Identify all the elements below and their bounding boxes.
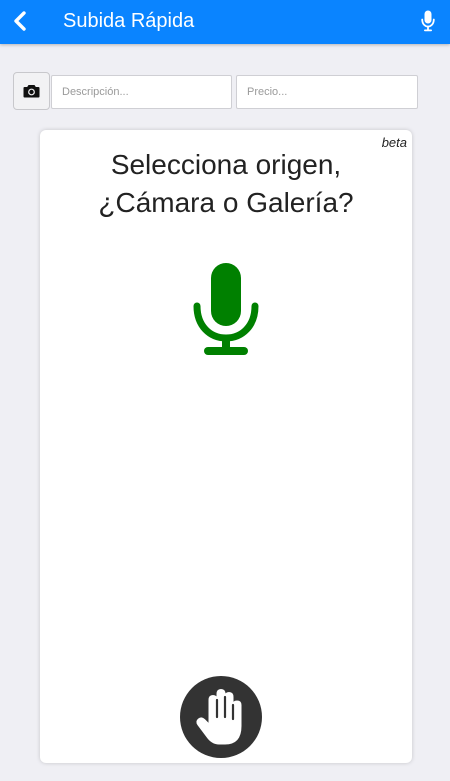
microphone-icon[interactable]	[192, 261, 260, 357]
price-input[interactable]	[236, 75, 418, 109]
back-button[interactable]	[8, 8, 32, 34]
top-navbar: Subida Rápida	[0, 0, 450, 44]
camera-button[interactable]	[13, 72, 50, 110]
voice-input-button[interactable]	[418, 8, 438, 34]
prompt-line-1: Selecciona origen,	[110, 149, 342, 180]
page-title: Subida Rápida	[63, 10, 195, 32]
description-input[interactable]	[51, 75, 232, 109]
stop-button[interactable]	[180, 676, 262, 758]
prompt-line-2: ¿Cámara o Galería?	[98, 187, 354, 218]
hand-stop-icon	[196, 689, 242, 745]
source-prompt: Selecciona origen, ¿Cámara o Galería?	[40, 146, 412, 222]
chevron-left-icon	[14, 11, 26, 31]
camera-icon	[23, 85, 40, 98]
voice-upload-card: beta Selecciona origen, ¿Cámara o Galerí…	[40, 130, 412, 763]
microphone-icon	[421, 10, 435, 32]
